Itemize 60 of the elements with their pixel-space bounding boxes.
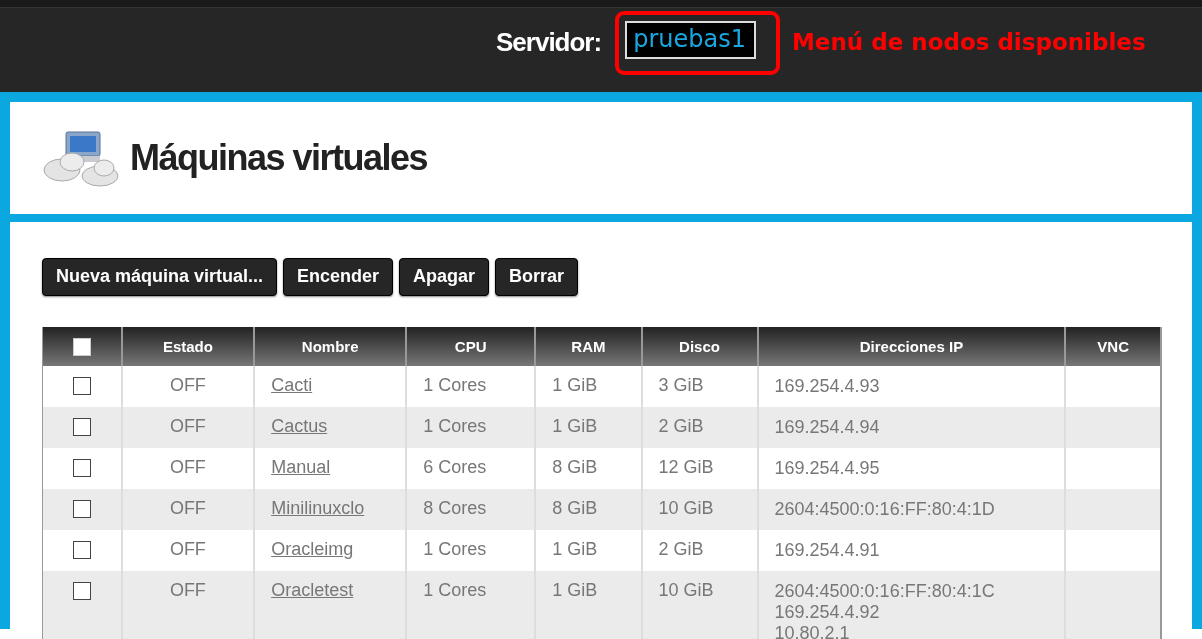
vm-name-link[interactable]: Oracletest xyxy=(271,580,354,600)
table-cell: 1 GiB xyxy=(552,416,598,436)
vm-name-link[interactable]: Cacti xyxy=(271,375,313,395)
table-cell: 6 Cores xyxy=(423,457,487,477)
action-button[interactable]: Borrar xyxy=(495,258,579,296)
vm-name-link[interactable]: Oracleimg xyxy=(271,539,354,559)
ip-address: 2604:4500:0:16:FF:80:4:1C xyxy=(774,580,996,602)
ip-address: 2604:4500:0:16:FF:80:4:1D xyxy=(774,498,996,520)
page-title: Máquinas virtuales xyxy=(130,137,428,179)
table-cell: 12 GiB xyxy=(658,457,714,477)
row-checkbox[interactable] xyxy=(72,418,91,437)
status-text: OFF xyxy=(169,375,206,395)
column-header: CPU xyxy=(406,327,536,366)
table-cell: 2 GiB xyxy=(658,416,704,436)
table-cell: 2 GiB xyxy=(658,539,704,559)
table-cell: 1 GiB xyxy=(552,375,598,395)
status-text: OFF xyxy=(169,498,206,518)
row-checkbox[interactable] xyxy=(72,377,91,396)
column-header: Disco xyxy=(641,327,758,366)
row-checkbox[interactable] xyxy=(72,582,91,601)
column-header: Nombre xyxy=(254,327,407,366)
column-header: Estado xyxy=(121,327,255,366)
vm-name-link[interactable]: Cactus xyxy=(271,416,328,436)
table-cell: 3 GiB xyxy=(658,375,704,395)
ip-address: 169.254.4.93 xyxy=(774,375,881,397)
table-cell: 1 Cores xyxy=(423,580,487,600)
table-cell: 10 GiB xyxy=(658,498,714,518)
ip-address: 169.254.4.91 xyxy=(774,539,881,561)
row-checkbox[interactable] xyxy=(72,500,91,519)
column-header: RAM xyxy=(535,327,642,366)
column-header: Direcciones IP xyxy=(757,327,1066,366)
table-cell: 1 Cores xyxy=(423,375,487,395)
action-button[interactable]: Apagar xyxy=(399,258,490,296)
table-cell: 1 Cores xyxy=(423,416,487,436)
status-text: OFF xyxy=(169,457,206,477)
status-text: OFF xyxy=(169,580,206,600)
select-all-checkbox[interactable] xyxy=(72,338,91,356)
server-label: Servidor: xyxy=(496,26,602,58)
action-button[interactable]: Encender xyxy=(283,258,394,296)
status-text: OFF xyxy=(169,416,206,436)
table-cell: 8 GiB xyxy=(552,457,598,477)
row-checkbox[interactable] xyxy=(72,459,91,478)
ip-address: 10.80.2.1 xyxy=(774,622,851,639)
row-checkbox[interactable] xyxy=(72,541,91,560)
status-text: OFF xyxy=(169,539,206,559)
action-button[interactable]: Nueva máquina virtual... xyxy=(42,258,278,296)
ip-address: 169.254.4.95 xyxy=(774,457,881,479)
table-cell: 1 GiB xyxy=(552,580,598,600)
column-header: VNC xyxy=(1065,327,1161,366)
ip-address: 169.254.4.94 xyxy=(774,416,881,438)
cloud-computer-icon xyxy=(42,128,122,188)
ip-address: 169.254.4.92 xyxy=(774,601,881,623)
server-select[interactable]: pruebas1 xyxy=(625,21,756,59)
vm-name-link[interactable]: Manual xyxy=(271,457,331,477)
annotation-text: Menú de nodos disponibles xyxy=(791,29,1146,55)
table-cell: 1 Cores xyxy=(423,539,487,559)
table-cell: 1 GiB xyxy=(552,539,598,559)
table-cell: 8 GiB xyxy=(552,498,598,518)
table-cell: 8 Cores xyxy=(423,498,487,518)
table-cell: 10 GiB xyxy=(658,580,714,600)
